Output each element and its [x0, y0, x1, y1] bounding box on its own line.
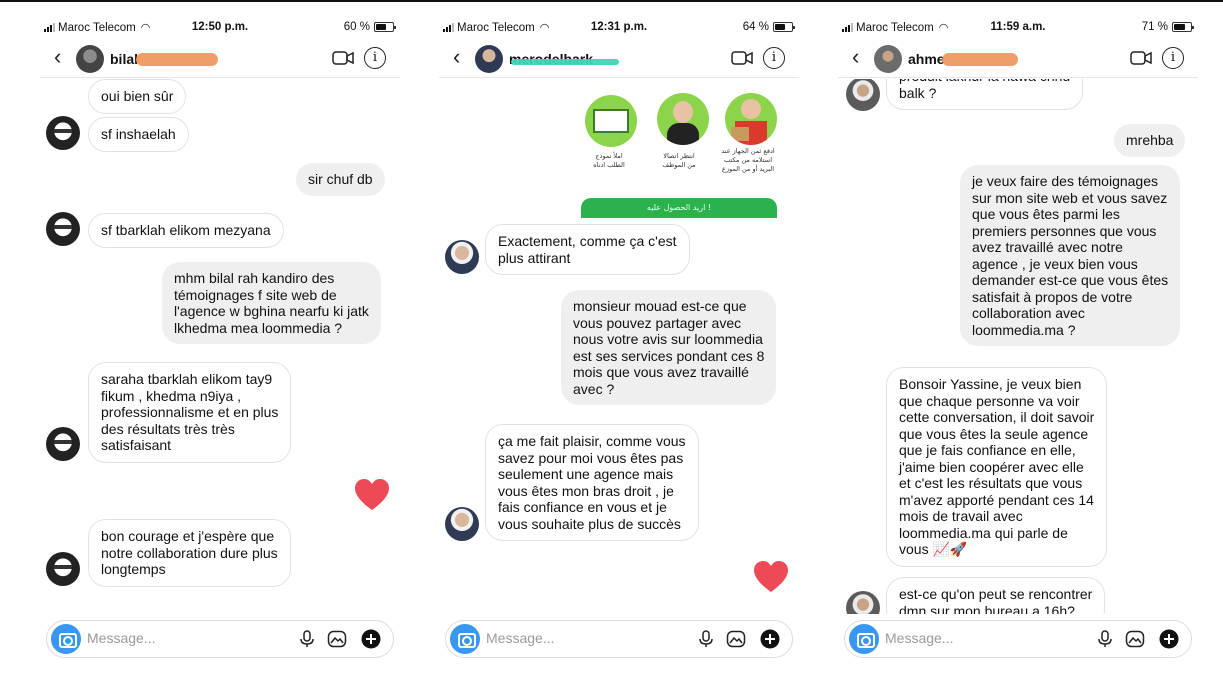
message-bubble: produit lakhur la nawa chhu balk ? [886, 79, 1084, 110]
camera-icon[interactable] [849, 624, 879, 654]
info-icon[interactable]: i [364, 47, 386, 69]
status-bar: Maroc Telecom ◠ 11:59 a.m. 71 % [838, 20, 1198, 36]
camera-icon[interactable] [51, 624, 81, 654]
message-bubble: mrehba [1114, 124, 1186, 157]
message-composer [445, 620, 793, 658]
battery-percent: 71 % [1141, 21, 1168, 33]
redaction-scribble [942, 53, 1018, 66]
video-call-icon[interactable] [731, 50, 753, 66]
contact-avatar[interactable] [76, 45, 104, 73]
promo-delivery-illustration [725, 93, 777, 145]
sender-avatar [445, 507, 479, 541]
message-bubble: monsieur mouad est-ce que vous pouvez pa… [561, 290, 777, 405]
info-icon[interactable]: i [1162, 47, 1184, 69]
sender-avatar [846, 591, 880, 614]
camera-icon[interactable] [450, 624, 480, 654]
message-bubble: bon courage et j'espère que notre collab… [88, 519, 291, 587]
sender-avatar [46, 427, 80, 461]
promo-caption: انتظر اتصالا من الموظف [662, 152, 696, 169]
microphone-icon[interactable] [1095, 629, 1115, 649]
top-divider [0, 0, 1223, 2]
message-thread[interactable]: Exactement, comme ça c'est plus attirant… [439, 224, 799, 614]
message-bubble: je veux faire des témoignages sur mon si… [960, 165, 1181, 346]
message-bubble: oui bien sûr [88, 79, 187, 114]
chat-screen-1: Maroc Telecom ◠ 12:50 p.m. 60 % ‹ bilal … [40, 4, 400, 694]
message-thread[interactable]: produit lakhur la nawa chhu balk ? mrehb… [838, 79, 1198, 614]
video-call-icon[interactable] [1130, 50, 1152, 66]
redaction-scribble [136, 53, 218, 66]
add-icon[interactable] [361, 629, 381, 649]
video-call-icon[interactable] [332, 50, 354, 66]
message-bubble: sir chuf db [296, 163, 385, 196]
contact-name[interactable]: bilal [110, 51, 138, 67]
back-chevron-icon[interactable]: ‹ [453, 44, 460, 70]
message-bubble: sf inshaelah [88, 117, 189, 152]
shared-promo-image: املأ نموذج الطلب ادناه انتظر اتصالا من ا… [439, 79, 799, 219]
chat-header: ‹ merodelbark i [439, 42, 799, 78]
back-chevron-icon[interactable]: ‹ [54, 44, 61, 70]
promo-caption: ادفع ثمن الجهاز عند استلامه من مكتب البر… [721, 147, 775, 173]
heart-reaction-icon [754, 561, 788, 592]
battery-icon [1172, 22, 1194, 32]
promo-caption: املأ نموذج الطلب ادناه [593, 152, 625, 169]
gallery-icon[interactable] [726, 629, 746, 649]
message-composer [844, 620, 1192, 658]
status-bar: Maroc Telecom ◠ 12:50 p.m. 60 % [40, 20, 400, 36]
redaction-scribble [511, 59, 619, 65]
message-bubble: sf tbarklah elikom mezyana [88, 213, 284, 248]
sender-avatar [46, 116, 80, 150]
battery-percent: 64 % [742, 21, 769, 33]
heart-reaction-icon [355, 479, 389, 510]
contact-avatar[interactable] [874, 45, 902, 73]
sender-avatar [46, 552, 80, 586]
status-bar: Maroc Telecom ◠ 12:31 p.m. 64 % [439, 20, 799, 36]
message-bubble: Bonsoir Yassine, je veux bien que chaque… [886, 367, 1108, 567]
message-bubble: saraha tbarklah elikom tay9 fikum , khed… [88, 362, 292, 463]
message-bubble: est-ce qu'on peut se rencontrer dmn sur … [886, 577, 1106, 614]
sender-avatar [846, 79, 880, 111]
add-icon[interactable] [760, 629, 780, 649]
promo-cta-button: اريد الحصول عليه ! [581, 198, 777, 218]
chat-screen-3: Maroc Telecom ◠ 11:59 a.m. 71 % ‹ ahme i… [838, 4, 1198, 694]
info-icon[interactable]: i [763, 47, 785, 69]
back-chevron-icon[interactable]: ‹ [852, 44, 859, 70]
gallery-icon[interactable] [1125, 629, 1145, 649]
message-input[interactable] [885, 630, 1085, 646]
message-bubble: ça me fait plaisir, comme vous savez pou… [485, 424, 699, 541]
battery-icon [773, 22, 795, 32]
microphone-icon[interactable] [696, 629, 716, 649]
gallery-icon[interactable] [327, 629, 347, 649]
promo-form-illustration [585, 95, 637, 147]
sender-avatar [445, 240, 479, 274]
chat-screen-2: Maroc Telecom ◠ 12:31 p.m. 64 % ‹ merode… [439, 4, 799, 694]
message-input[interactable] [486, 630, 686, 646]
message-bubble: Exactement, comme ça c'est plus attirant [485, 224, 690, 275]
contact-name[interactable]: ahme [908, 51, 945, 67]
contact-avatar[interactable] [475, 45, 503, 73]
battery-icon [374, 22, 396, 32]
sender-avatar [46, 212, 80, 246]
battery-percent: 60 % [343, 21, 370, 33]
promo-agent-illustration [657, 93, 709, 145]
chat-header: ‹ bilal i [40, 42, 400, 78]
chat-header: ‹ ahme i [838, 42, 1198, 78]
message-bubble: mhm bilal rah kandiro des témoignages f … [162, 262, 381, 344]
message-input[interactable] [87, 630, 287, 646]
message-composer [46, 620, 394, 658]
add-icon[interactable] [1159, 629, 1179, 649]
message-thread[interactable]: oui bien sûr sf inshaelah sir chuf db sf… [40, 79, 400, 614]
microphone-icon[interactable] [297, 629, 317, 649]
